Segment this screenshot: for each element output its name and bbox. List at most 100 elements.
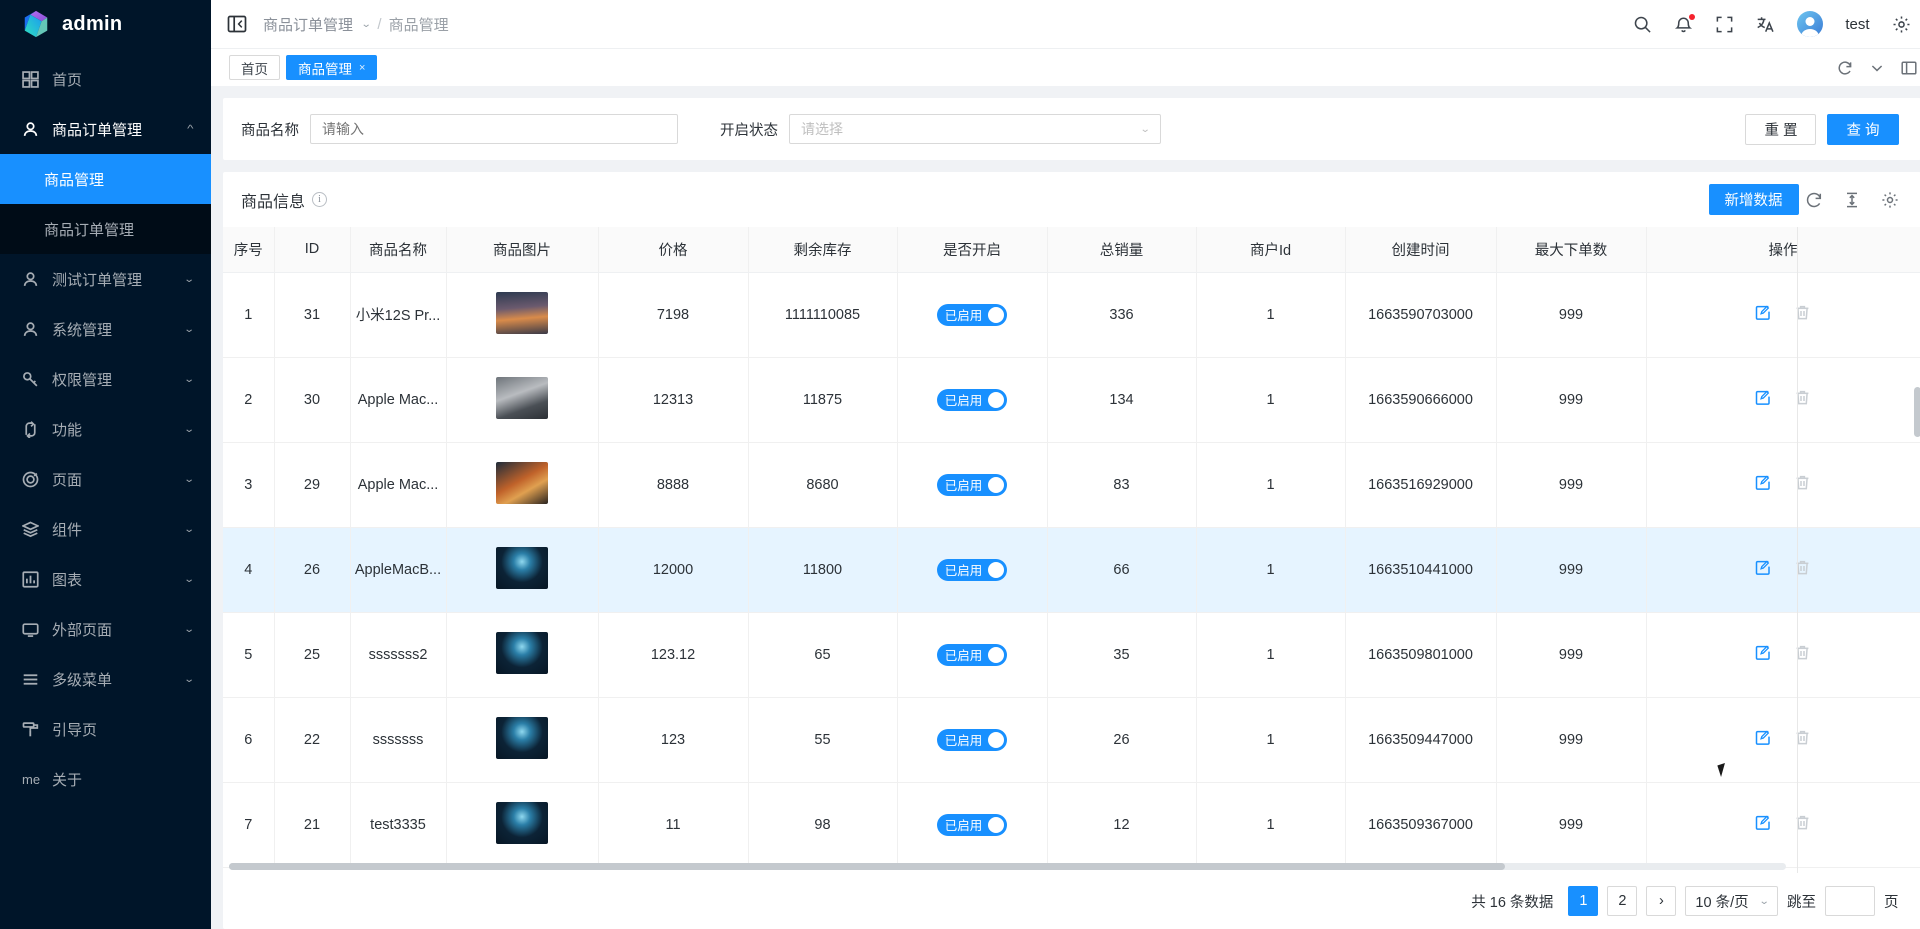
cell-name: Apple Mac... bbox=[350, 357, 447, 443]
sidebar-item-product-order-mgmt[interactable]: 商品订单管理 ^ bbox=[0, 104, 211, 154]
jump-page-input[interactable] bbox=[1825, 886, 1875, 916]
enabled-toggle[interactable]: 已启用 bbox=[936, 388, 1008, 411]
pagination-next-button[interactable]: › bbox=[1646, 886, 1677, 916]
enabled-toggle[interactable]: 已启用 bbox=[936, 558, 1008, 581]
edit-icon[interactable] bbox=[1755, 559, 1772, 576]
sidebar-item-component[interactable]: 组件 ⌄ bbox=[0, 504, 211, 554]
chevron-down-icon[interactable]: ⌄ bbox=[361, 19, 372, 30]
cell-sales: 26 bbox=[1047, 697, 1197, 783]
edit-icon[interactable] bbox=[1755, 644, 1772, 661]
edit-icon[interactable] bbox=[1755, 304, 1772, 321]
pagination-page-1[interactable]: 1 bbox=[1568, 886, 1599, 916]
enabled-toggle[interactable]: 已启用 bbox=[936, 473, 1008, 496]
product-thumbnail[interactable] bbox=[496, 291, 548, 334]
tab-home[interactable]: 首页 bbox=[229, 55, 280, 80]
tab-product-mgmt[interactable]: 商品管理 × bbox=[286, 55, 378, 80]
sidebar-item-label: 外部页面 bbox=[52, 621, 113, 639]
sidebar-subitem-product-mgmt[interactable]: 商品管理 bbox=[0, 154, 211, 204]
sidebar-subitem-product-order-mgmt[interactable]: 商品订单管理 bbox=[0, 204, 211, 254]
query-button[interactable]: 查 询 bbox=[1827, 113, 1899, 145]
table-row[interactable]: 5 25 sssssss2 123.12 65 已启用 35 1 1663509… bbox=[223, 612, 1920, 698]
sidebar-item-system-mgmt[interactable]: 系统管理 ⌄ bbox=[0, 304, 211, 354]
table-scroll-container[interactable]: 序号 ID 商品名称 商品图片 价格 剩余库存 是否开启 总销量 商户Id 创建… bbox=[223, 227, 1920, 873]
edit-icon[interactable] bbox=[1755, 474, 1772, 491]
product-thumbnail[interactable] bbox=[496, 461, 548, 504]
cell-max-order: 999 bbox=[1496, 612, 1647, 698]
filter-panel: 商品名称 开启状态 请选择 ⌄ 重 置 查 询 bbox=[223, 98, 1920, 160]
table-row[interactable]: 7 21 test3335 11 98 已启用 12 1 16635093670… bbox=[223, 782, 1920, 868]
vertical-scrollbar[interactable] bbox=[1913, 387, 1920, 437]
product-thumbnail[interactable] bbox=[496, 631, 548, 674]
layout-icon[interactable] bbox=[1900, 60, 1917, 76]
enabled-toggle[interactable]: 已启用 bbox=[936, 303, 1008, 326]
bar-chart-icon bbox=[22, 570, 39, 588]
info-icon[interactable]: i bbox=[312, 192, 328, 207]
pagination-page-2[interactable]: 2 bbox=[1607, 886, 1638, 916]
toggle-knob bbox=[988, 561, 1005, 578]
horizontal-scrollbar[interactable] bbox=[229, 863, 1786, 870]
sidebar-item-label: 商品订单管理 bbox=[52, 121, 143, 139]
sidebar-item-multi-menu[interactable]: 多级菜单 ⌄ bbox=[0, 654, 211, 704]
status-select[interactable]: 请选择 ⌄ bbox=[789, 114, 1161, 144]
filter-label-status: 开启状态 bbox=[720, 122, 778, 139]
sidebar-item-label: 测试订单管理 bbox=[52, 271, 143, 289]
table-row[interactable]: 2 30 Apple Mac... 12313 11875 已启用 134 1 … bbox=[223, 357, 1920, 443]
cell-max-order: 999 bbox=[1496, 272, 1647, 358]
sidebar-item-guide[interactable]: 引导页 bbox=[0, 704, 211, 754]
enabled-toggle[interactable]: 已启用 bbox=[936, 813, 1008, 836]
product-thumbnail[interactable] bbox=[496, 376, 548, 419]
edit-icon[interactable] bbox=[1755, 729, 1772, 746]
bell-icon[interactable] bbox=[1674, 13, 1696, 34]
breadcrumb-root[interactable]: 商品订单管理 bbox=[263, 14, 353, 35]
me-icon: me bbox=[22, 771, 41, 787]
reset-button[interactable]: 重 置 bbox=[1745, 113, 1817, 145]
enabled-toggle[interactable]: 已启用 bbox=[936, 643, 1008, 666]
username-label[interactable]: test bbox=[1845, 16, 1869, 33]
search-input-name[interactable] bbox=[310, 114, 678, 144]
table-panel-title: 商品信息 bbox=[241, 193, 306, 211]
sidebar-item-external-page[interactable]: 外部页面 ⌄ bbox=[0, 604, 211, 654]
col-max-order: 最大下单数 bbox=[1496, 227, 1647, 273]
sidebar-item-chart[interactable]: 图表 ⌄ bbox=[0, 554, 211, 604]
page-size-select[interactable]: 10 条/页 ⌄ bbox=[1685, 886, 1778, 916]
sidebar-item-home[interactable]: 首页 bbox=[0, 54, 211, 104]
table-row[interactable]: 3 29 Apple Mac... 8888 8680 已启用 83 1 166… bbox=[223, 442, 1920, 528]
sidebar-subitem-label: 商品订单管理 bbox=[44, 221, 135, 239]
edit-icon[interactable] bbox=[1755, 389, 1772, 406]
translate-icon[interactable] bbox=[1756, 15, 1775, 34]
chevron-down-icon[interactable] bbox=[1869, 60, 1885, 76]
logo-row[interactable]: admin bbox=[0, 0, 211, 48]
table-row[interactable]: 6 22 sssssss 123 55 已启用 26 1 16635094470… bbox=[223, 697, 1920, 783]
sidebar-item-about[interactable]: me 关于 bbox=[0, 754, 211, 804]
table-row[interactable]: 4 26 AppleMacB... 12000 11800 已启用 66 1 1… bbox=[223, 527, 1920, 613]
avatar[interactable] bbox=[1797, 11, 1824, 37]
edit-icon[interactable] bbox=[1755, 814, 1772, 831]
product-thumbnail[interactable] bbox=[496, 546, 548, 589]
product-thumbnail[interactable] bbox=[496, 801, 548, 844]
setting-icon[interactable] bbox=[1881, 191, 1899, 209]
col-name: 商品名称 bbox=[350, 227, 447, 273]
column-height-icon[interactable] bbox=[1843, 191, 1861, 209]
sidebar-item-page[interactable]: 页面 ⌄ bbox=[0, 454, 211, 504]
cell-image bbox=[446, 442, 599, 528]
pagination-total: 共 16 条数据 bbox=[1471, 894, 1554, 911]
gear-icon[interactable] bbox=[1892, 15, 1911, 34]
add-data-button[interactable]: 新增数据 bbox=[1708, 184, 1799, 215]
scrollbar-thumb[interactable] bbox=[229, 863, 1506, 870]
branch-icon bbox=[22, 420, 39, 438]
sidebar-item-function[interactable]: 功能 ⌄ bbox=[0, 404, 211, 454]
refresh-icon[interactable] bbox=[1837, 60, 1853, 76]
product-thumbnail[interactable] bbox=[496, 716, 548, 759]
enabled-toggle[interactable]: 已启用 bbox=[936, 728, 1008, 751]
sidebar-item-test-order-mgmt[interactable]: 测试订单管理 ⌄ bbox=[0, 254, 211, 304]
table-row[interactable]: 1 31 小米12S Pr... 7198 1111110085 已启用 336… bbox=[223, 272, 1920, 358]
close-icon[interactable]: × bbox=[359, 62, 365, 74]
fullscreen-icon[interactable] bbox=[1715, 15, 1734, 34]
cell-stock: 98 bbox=[748, 782, 898, 868]
search-icon[interactable] bbox=[1633, 15, 1652, 34]
cell-price: 8888 bbox=[598, 442, 749, 528]
breadcrumb-separator: / bbox=[377, 15, 382, 33]
sidebar-item-permission-mgmt[interactable]: 权限管理 ⌄ bbox=[0, 354, 211, 404]
refresh-icon[interactable] bbox=[1805, 191, 1823, 209]
menu-fold-icon[interactable] bbox=[227, 14, 247, 34]
